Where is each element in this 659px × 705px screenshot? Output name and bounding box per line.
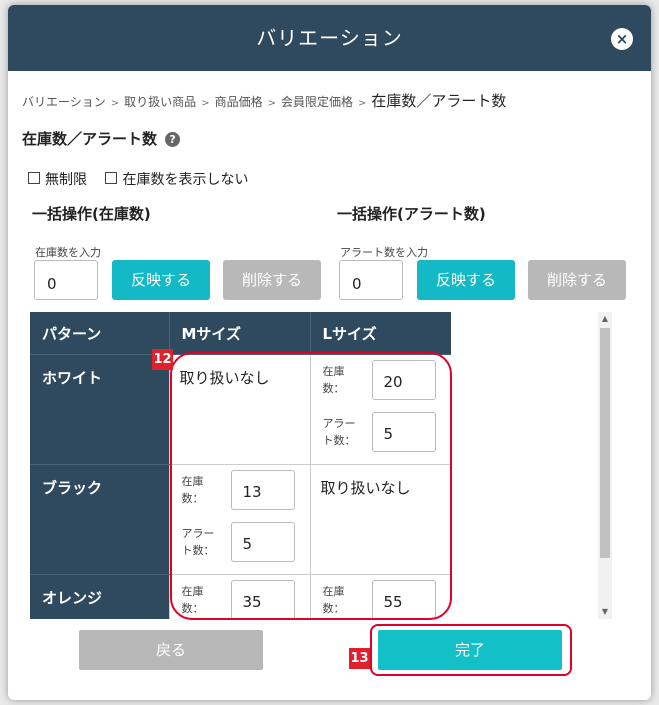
- checkbox-icon: [28, 172, 40, 184]
- bulk-stock-input[interactable]: 0: [34, 260, 98, 300]
- header-l-size: Lサイズ: [310, 312, 451, 355]
- bulk-stock-panel: 一括操作(在庫数) 在庫数を入力 0 反映する 削除する: [32, 203, 321, 300]
- unlimited-checkbox[interactable]: 無制限: [28, 169, 87, 189]
- bulk-alert-input[interactable]: 0: [339, 260, 403, 300]
- scroll-thumb[interactable]: [600, 328, 610, 558]
- checkbox-icon: [105, 172, 118, 184]
- scroll-down-icon[interactable]: ▼: [598, 605, 612, 619]
- breadcrumb-item[interactable]: 取り扱い商品: [124, 95, 196, 109]
- bulk-alert-delete-button[interactable]: 削除する: [528, 260, 626, 300]
- modal-title: バリエーション: [256, 26, 403, 50]
- modal-header: バリエーション ×: [8, 5, 651, 71]
- pattern-name: オレンジ: [30, 574, 169, 619]
- hide-stock-checkbox[interactable]: 在庫数を表示しない: [105, 169, 248, 189]
- breadcrumb-separator: >: [110, 98, 120, 109]
- breadcrumb-current: 在庫数／アラート数: [371, 92, 507, 110]
- table-header-row: パターン Mサイズ Lサイズ: [30, 312, 451, 355]
- bulk-stock-input-label: 在庫数を入力: [35, 246, 101, 259]
- section-title: 在庫数／アラート数?: [22, 128, 181, 149]
- breadcrumb-item[interactable]: バリエーション: [22, 95, 106, 109]
- breadcrumb-separator: >: [357, 98, 367, 109]
- pattern-name: ホワイト: [30, 354, 169, 465]
- done-button[interactable]: 完了: [378, 630, 562, 670]
- bulk-alert-input-label: アラート数を入力: [340, 246, 428, 259]
- breadcrumb-separator: >: [267, 98, 276, 109]
- close-icon[interactable]: ×: [611, 28, 633, 50]
- header-pattern: パターン: [30, 312, 170, 355]
- bulk-alert-panel: 一括操作(アラート数) アラート数を入力 0 反映する 削除する: [337, 203, 626, 300]
- hide-stock-label: 在庫数を表示しない: [122, 172, 249, 188]
- breadcrumb-item[interactable]: 商品価格: [215, 95, 263, 109]
- bulk-stock-apply-button[interactable]: 反映する: [112, 260, 210, 300]
- pattern-name: ブラック: [30, 464, 169, 575]
- help-icon[interactable]: ?: [165, 132, 181, 147]
- stock-options: 無制限 在庫数を表示しない: [28, 169, 262, 189]
- table-scrollbar[interactable]: ▲ ▼: [598, 312, 612, 619]
- back-button[interactable]: 戻る: [79, 630, 263, 670]
- breadcrumb: バリエーション > 取り扱い商品 > 商品価格 > 会員限定価格 > 在庫数／アラート数: [22, 90, 506, 111]
- breadcrumb-separator: >: [201, 98, 210, 109]
- bulk-alert-apply-button[interactable]: 反映する: [417, 260, 515, 300]
- bulk-stock-delete-button[interactable]: 削除する: [223, 260, 321, 300]
- bulk-stock-title: 一括操作(在庫数): [32, 205, 151, 223]
- section-title-text: 在庫数／アラート数: [22, 130, 158, 148]
- annotation-badge-12: 12: [152, 349, 173, 370]
- bulk-alert-title: 一括操作(アラート数): [337, 205, 486, 223]
- header-m-size: Mサイズ: [169, 312, 311, 355]
- highlight-annotation-12: [170, 352, 452, 620]
- annotation-badge-13: 13: [349, 648, 370, 669]
- breadcrumb-item[interactable]: 会員限定価格: [281, 95, 353, 109]
- unlimited-label: 無制限: [45, 172, 87, 188]
- scroll-up-icon[interactable]: ▲: [598, 312, 612, 326]
